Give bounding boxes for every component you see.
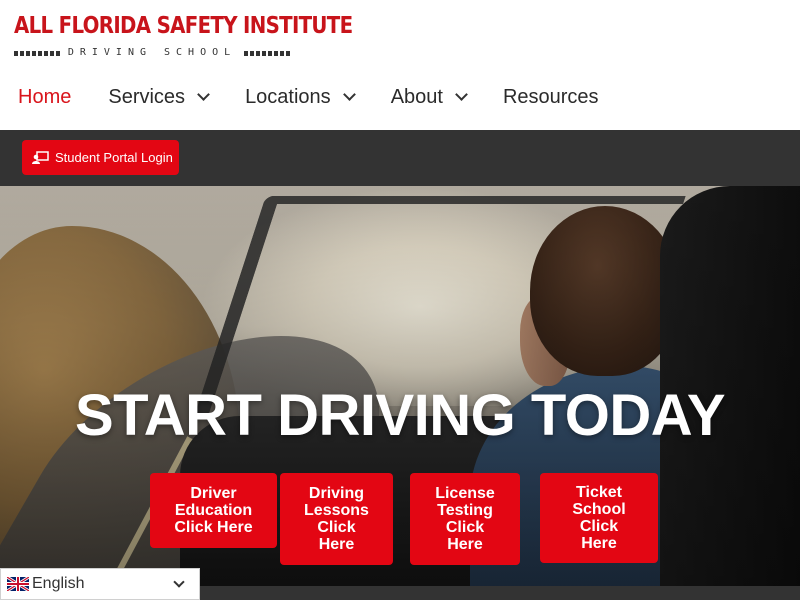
nav-item-resources[interactable]: Resources <box>503 84 599 110</box>
chevron-down-icon <box>173 576 185 588</box>
user-screen-icon <box>32 150 49 164</box>
license-testing-button[interactable]: License Testing Click Here <box>410 473 520 565</box>
driving-lessons-button[interactable]: Driving Lessons Click Here <box>280 473 393 565</box>
tire-tread-right <box>244 51 290 56</box>
nav-item-about[interactable]: About <box>390 84 468 110</box>
logo-subtitle: DRIVING SCHOOL <box>67 47 237 58</box>
hero-title: START DRIVING TODAY <box>74 383 726 448</box>
nav-item-home[interactable]: Home <box>18 84 71 110</box>
language-label: English <box>32 575 85 592</box>
ticket-school-button[interactable]: Ticket School Click Here <box>540 473 658 563</box>
logo-title: ALL FLORIDA SAFETY INSTITUTE <box>14 13 353 39</box>
uk-flag-icon <box>7 577 29 591</box>
nav-item-label: Resources <box>502 85 599 108</box>
logo-subtitle-row: DRIVING SCHOOL <box>14 46 290 60</box>
main-nav: Home Services Locations About Resources <box>18 84 636 110</box>
chevron-down-icon <box>455 88 468 101</box>
student-portal-login-button[interactable]: Student Portal Login <box>22 140 179 175</box>
nav-item-label: Home <box>18 85 72 108</box>
driver-education-button[interactable]: Driver Education Click Here <box>150 473 277 548</box>
chevron-down-icon <box>197 88 210 101</box>
hero-banner: START DRIVING TODAY Driver Education Cli… <box>0 186 800 586</box>
portal-button-label: Student Portal Login <box>55 150 173 165</box>
site-logo[interactable]: ALL FLORIDA SAFETY INSTITUTE DRIVING SCH… <box>14 10 353 58</box>
nav-item-label: Locations <box>245 85 331 108</box>
nav-item-locations[interactable]: Locations <box>245 84 356 110</box>
nav-item-label: Services <box>108 85 186 108</box>
footer-strip <box>200 586 800 600</box>
top-action-bar: Student Portal Login <box>0 130 800 186</box>
nav-item-services[interactable]: Services <box>108 84 210 110</box>
nav-item-label: About <box>390 85 443 108</box>
tire-tread-left <box>14 51 60 56</box>
language-select[interactable]: English <box>0 568 200 600</box>
chevron-down-icon <box>342 88 356 101</box>
